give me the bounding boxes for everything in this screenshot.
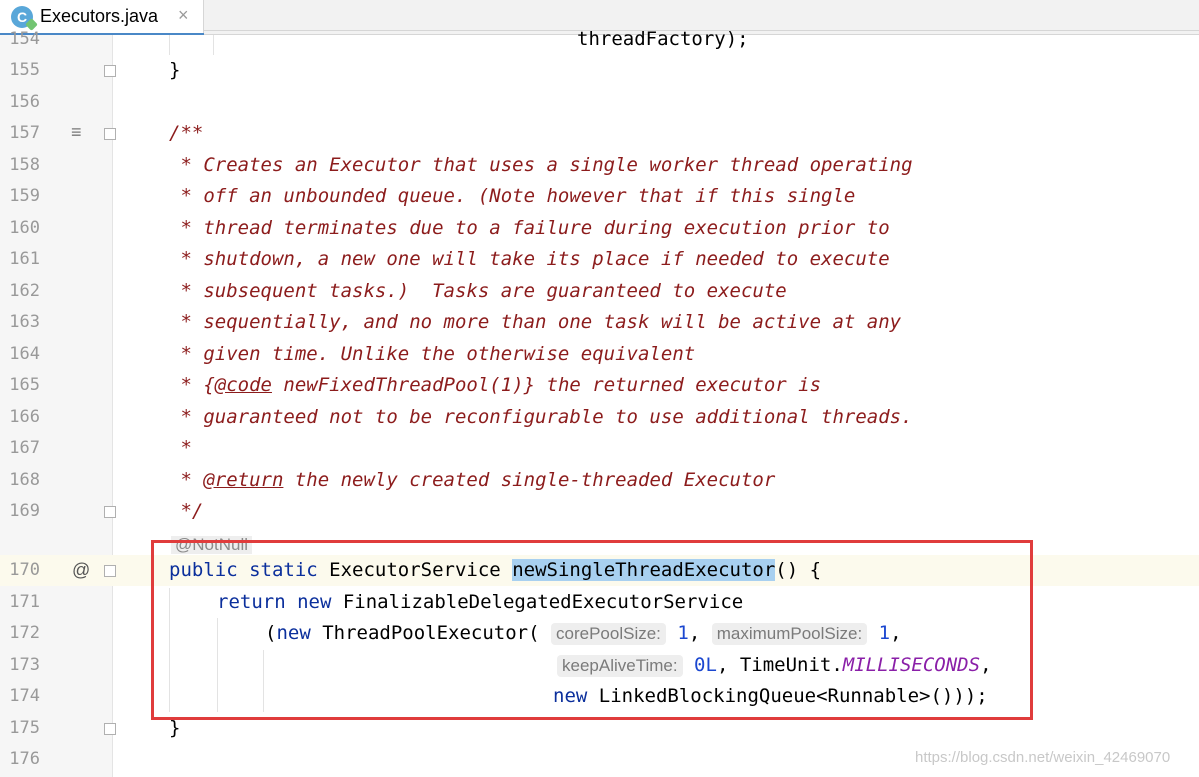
line-number: 166 (9, 407, 40, 427)
doc-comment-text: * shutdown, a new one will take its plac… (169, 248, 890, 270)
close-tab-icon[interactable]: × (178, 5, 189, 26)
doc-comment-text: * thread terminates due to a failure dur… (169, 217, 890, 239)
line-number: 172 (9, 623, 40, 643)
code-line-157: 157 /** (0, 118, 1199, 149)
doc-comment-text: */ (169, 500, 204, 522)
line-number: 169 (9, 501, 40, 521)
doc-comment-suffix: newFixedThreadPool(1)} the returned exec… (271, 374, 822, 396)
line-number: 170 (9, 560, 40, 580)
javadoc-render-icon[interactable]: ≡ (71, 122, 82, 143)
doc-comment-text: * (169, 437, 192, 459)
doc-comment-text: * given time. Unlike the otherwise equiv… (169, 343, 696, 365)
code-line-159: 159 * off an unbounded queue. (Note howe… (0, 181, 1199, 212)
red-highlight-box (151, 540, 1033, 720)
doc-comment-text: * {@code newFixedThreadPool(1)} the retu… (169, 370, 821, 401)
line-number: 158 (9, 155, 40, 175)
code-line-158: 158 * Creates an Executor that uses a si… (0, 150, 1199, 181)
doc-comment-suffix: the newly created single-threaded Execut… (283, 469, 776, 491)
javadoc-code-tag: @code (214, 374, 272, 396)
fold-marker-icon[interactable] (104, 128, 116, 140)
fold-marker-icon[interactable] (104, 65, 116, 77)
line-number: 176 (9, 749, 40, 769)
line-number: 174 (9, 686, 40, 706)
override-marker-icon[interactable]: @ (72, 560, 90, 581)
code-line-163: 163 * sequentially, and no more than one… (0, 307, 1199, 338)
javadoc-return-tag: @return (203, 469, 284, 491)
line-number: 155 (9, 60, 40, 80)
code-line-162: 162 * subsequent tasks.) Tasks are guara… (0, 276, 1199, 307)
code-line-167: 167 * (0, 433, 1199, 464)
code-line-169: 169 */ (0, 496, 1199, 527)
doc-comment-text: * @return the newly created single-threa… (169, 465, 775, 496)
code-line-155: 155 } (0, 55, 1199, 86)
line-number: 154 (9, 29, 40, 49)
code-line-160: 160 * thread terminates due to a failure… (0, 213, 1199, 244)
tab-bar-empty-area (204, 0, 1199, 31)
line-number: 164 (9, 344, 40, 364)
code-line-164: 164 * given time. Unlike the otherwise e… (0, 339, 1199, 370)
doc-comment-text: /** (169, 122, 204, 144)
line-number: 161 (9, 249, 40, 269)
line-number: 167 (9, 438, 40, 458)
code-line-165: 165 * {@code newFixedThreadPool(1)} the … (0, 370, 1199, 401)
code-line-168: 168 * @return the newly created single-t… (0, 465, 1199, 496)
code-text: } (169, 59, 181, 81)
fold-marker-icon[interactable] (104, 723, 116, 735)
doc-comment-text: * sequentially, and no more than one tas… (169, 311, 902, 333)
line-number: 159 (9, 186, 40, 206)
line-number: 163 (9, 312, 40, 332)
doc-comment-text: * Creates an Executor that uses a single… (169, 154, 913, 176)
code-line-166: 166 * guaranteed not to be reconfigurabl… (0, 402, 1199, 433)
line-number: 157 (9, 123, 40, 143)
doc-comment-prefix: * { (169, 374, 215, 396)
watermark-url: https://blog.csdn.net/weixin_42469070 (915, 749, 1171, 766)
line-number: 168 (9, 470, 40, 490)
line-number: 156 (9, 92, 40, 112)
fold-marker-icon[interactable] (104, 506, 116, 518)
doc-comment-text: * subsequent tasks.) Tasks are guarantee… (169, 280, 787, 302)
doc-comment-prefix: * (169, 469, 204, 491)
code-line-156: 156 (0, 87, 1199, 118)
line-number: 162 (9, 281, 40, 301)
line-number: 175 (9, 718, 40, 738)
line-number: 171 (9, 592, 40, 612)
line-number: 160 (9, 218, 40, 238)
line-number: 173 (9, 655, 40, 675)
code-line-161: 161 * shutdown, a new one will take its … (0, 244, 1199, 275)
fold-marker-icon[interactable] (104, 565, 116, 577)
doc-comment-text: * off an unbounded queue. (Note however … (169, 185, 856, 207)
line-number: 165 (9, 375, 40, 395)
doc-comment-text: * guaranteed not to be reconfigurable to… (169, 406, 913, 428)
